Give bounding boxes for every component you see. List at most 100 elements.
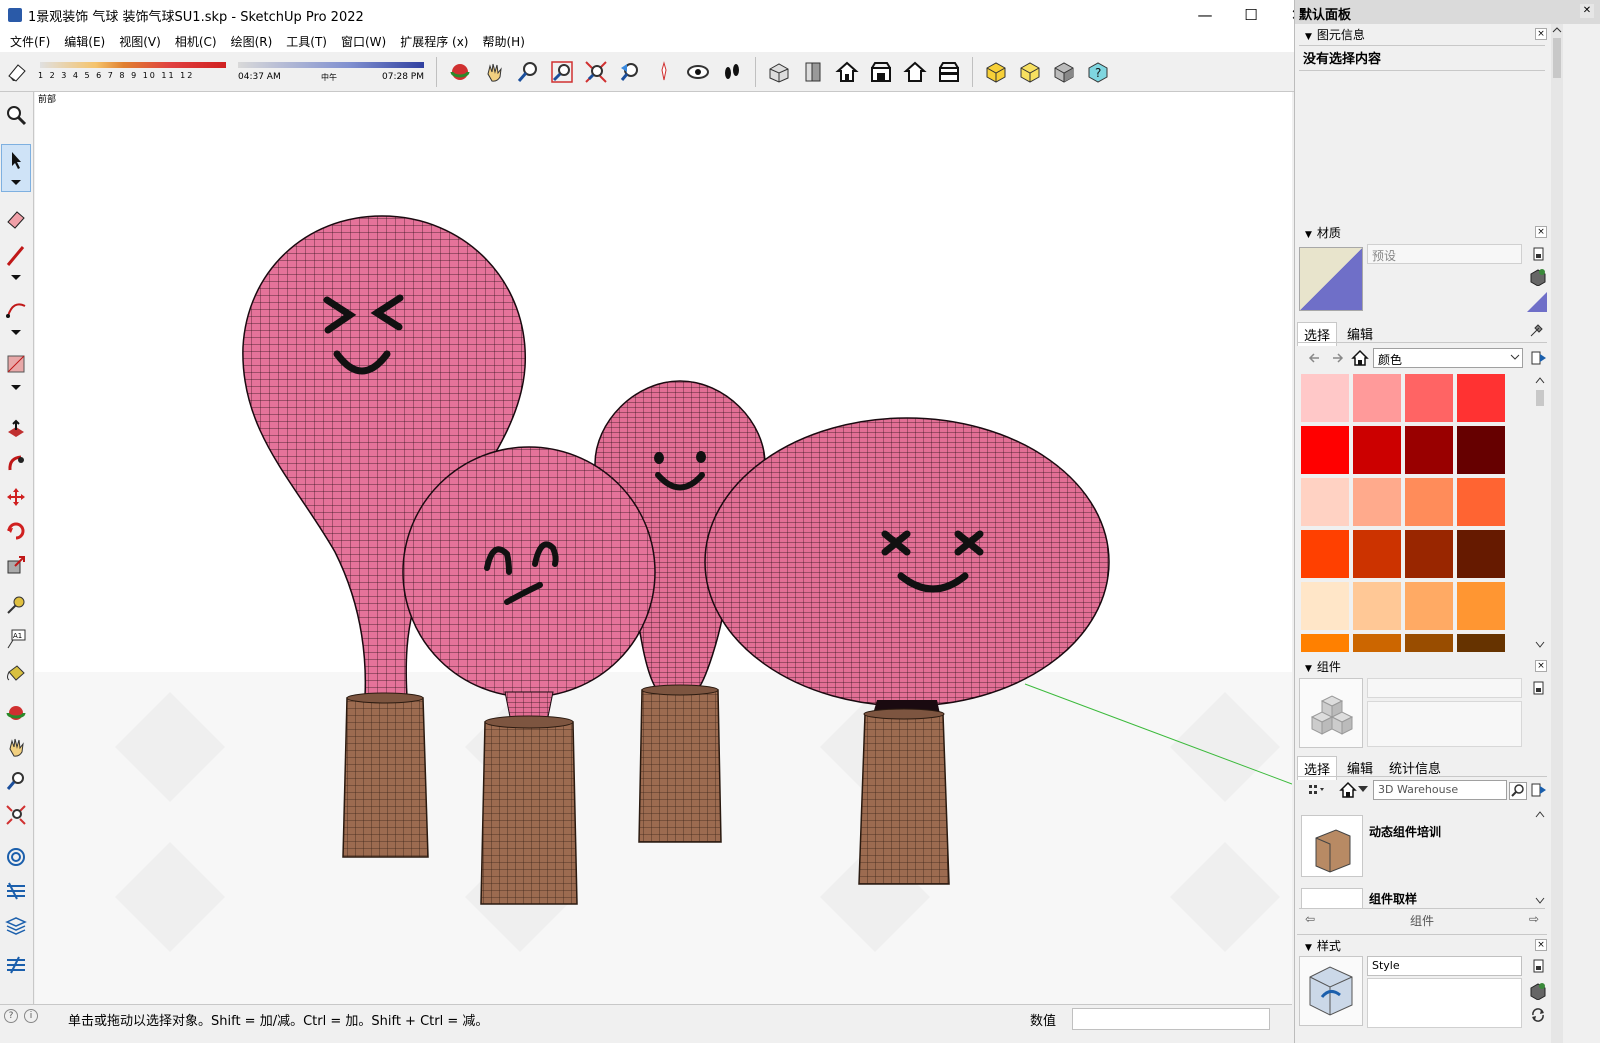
- menu-file[interactable]: 文件(F): [3, 33, 57, 50]
- material-swatch[interactable]: [1353, 634, 1401, 652]
- material-swatch[interactable]: [1301, 582, 1349, 630]
- styles-close-icon[interactable]: ×: [1535, 939, 1547, 951]
- menu-view[interactable]: 视图(V): [112, 33, 168, 50]
- info-icon[interactable]: i: [24, 1009, 38, 1023]
- shadow-date-slider[interactable]: 1 2 3 4 5 6 7 8 9 10 11 12: [38, 57, 228, 87]
- arc-tool-icon[interactable]: [1, 297, 31, 339]
- search-icon[interactable]: [1509, 782, 1527, 800]
- walk-icon[interactable]: [716, 56, 748, 88]
- components-scrollbar[interactable]: [1533, 808, 1547, 908]
- zoom-icon[interactable]: [512, 56, 544, 88]
- menu-edit[interactable]: 编辑(E): [57, 33, 112, 50]
- measurement-input[interactable]: [1072, 1008, 1270, 1030]
- line-tool-icon[interactable]: [1, 242, 31, 284]
- help-cube-icon[interactable]: ?: [1082, 56, 1114, 88]
- shadow-time-slider[interactable]: 04:37 AM 中午 07:28 PM: [236, 57, 426, 87]
- material-swatch[interactable]: [1405, 426, 1453, 474]
- material-swatch[interactable]: [1301, 478, 1349, 526]
- material-swatch[interactable]: [1353, 478, 1401, 526]
- zoom-small-tool-icon[interactable]: [1, 766, 31, 796]
- menu-tools[interactable]: 工具(T): [279, 33, 334, 50]
- right-view-icon[interactable]: [865, 56, 897, 88]
- entity-info-header[interactable]: 图元信息: [1297, 26, 1547, 44]
- xray-style-icon[interactable]: [980, 56, 1012, 88]
- tray-scrollbar[interactable]: [1551, 24, 1563, 1043]
- material-swatch[interactable]: [1353, 530, 1401, 578]
- material-swatch[interactable]: [1301, 634, 1349, 652]
- material-swatch[interactable]: [1457, 478, 1505, 526]
- pan-tool-icon[interactable]: [1, 732, 31, 762]
- orbit-tool-icon[interactable]: [1, 698, 31, 728]
- top-view-icon[interactable]: [797, 56, 829, 88]
- rotate-tool-icon[interactable]: [1, 516, 31, 546]
- sample-paint-icon[interactable]: [1529, 322, 1545, 338]
- components-close-icon[interactable]: ×: [1535, 660, 1547, 672]
- material-swatch[interactable]: [1457, 634, 1505, 652]
- menu-window[interactable]: 窗口(W): [334, 33, 393, 50]
- minimize-button[interactable]: —: [1182, 0, 1228, 30]
- material-swatch[interactable]: [1457, 530, 1505, 578]
- create-material-icon[interactable]: [1529, 268, 1546, 287]
- geo-location-icon[interactable]: ?: [4, 1009, 18, 1023]
- section-cuts-icon[interactable]: [1, 950, 31, 980]
- section-plane-tool-icon[interactable]: [1, 842, 31, 872]
- components-details-icon[interactable]: [1531, 782, 1547, 798]
- position-camera-icon[interactable]: [648, 56, 680, 88]
- menu-extensions[interactable]: 扩展程序 (x): [393, 33, 475, 50]
- tape-measure-tool-icon[interactable]: [1, 590, 31, 620]
- back-arrow-icon[interactable]: [1307, 350, 1323, 366]
- previous-view-icon[interactable]: [614, 56, 646, 88]
- nav-back-icon[interactable]: ⇦: [1305, 912, 1315, 926]
- zoom-tool-icon[interactable]: [1, 100, 31, 130]
- menu-draw[interactable]: 绘图(R): [224, 33, 280, 50]
- materials-close-icon[interactable]: ×: [1535, 226, 1547, 238]
- entity-info-close-icon[interactable]: ×: [1535, 28, 1547, 40]
- push-pull-tool-icon[interactable]: [1, 414, 31, 444]
- shaded-style-icon[interactable]: [1048, 56, 1080, 88]
- forward-arrow-icon[interactable]: [1329, 350, 1345, 366]
- pan-icon[interactable]: [478, 56, 510, 88]
- zoom-window-icon[interactable]: [546, 56, 578, 88]
- tray-close-icon[interactable]: ✕: [1580, 4, 1594, 18]
- material-swatch[interactable]: [1405, 478, 1453, 526]
- display-secondary-icon[interactable]: [1531, 246, 1547, 262]
- materials-scrollbar[interactable]: [1533, 374, 1547, 652]
- eraser-icon[interactable]: [1, 56, 33, 88]
- material-library-select[interactable]: 颜色: [1373, 348, 1523, 368]
- paint-bucket-tool-icon[interactable]: [1, 658, 31, 688]
- list-item[interactable]: 组件取样: [1301, 888, 1529, 908]
- materials-header[interactable]: 材质: [1297, 224, 1547, 242]
- styles-header[interactable]: 样式: [1297, 937, 1547, 955]
- material-swatch[interactable]: [1457, 582, 1505, 630]
- default-material-swatch-icon[interactable]: [1527, 292, 1547, 312]
- orbit-icon[interactable]: [444, 56, 476, 88]
- style-description-field[interactable]: [1367, 978, 1522, 1028]
- text-tool-icon[interactable]: A1: [1, 624, 31, 654]
- warehouse-search-input[interactable]: 3D Warehouse: [1373, 780, 1507, 800]
- rectangle-tool-icon[interactable]: [1, 352, 31, 394]
- view-options-icon[interactable]: [1307, 782, 1327, 798]
- look-around-icon[interactable]: [682, 56, 714, 88]
- navigation-dropdown-icon[interactable]: [1357, 783, 1369, 799]
- follow-me-tool-icon[interactable]: [1, 448, 31, 478]
- style-display-icon[interactable]: [1531, 958, 1547, 974]
- front-view-icon[interactable]: [831, 56, 863, 88]
- components-header[interactable]: 组件: [1297, 658, 1547, 676]
- material-swatch[interactable]: [1353, 582, 1401, 630]
- material-swatch[interactable]: [1353, 426, 1401, 474]
- component-display-icon[interactable]: [1531, 680, 1547, 696]
- hidden-line-style-icon[interactable]: [1014, 56, 1046, 88]
- scale-tool-icon[interactable]: [1, 550, 31, 580]
- eraser-tool-icon[interactable]: [1, 204, 31, 234]
- list-item[interactable]: 动态组件培训: [1301, 815, 1529, 883]
- material-swatch[interactable]: [1405, 374, 1453, 422]
- chevron-down-icon[interactable]: [1509, 351, 1525, 367]
- material-swatch[interactable]: [1301, 426, 1349, 474]
- iso-view-icon[interactable]: [763, 56, 795, 88]
- layers-icon[interactable]: [1, 910, 31, 940]
- menu-camera[interactable]: 相机(C): [168, 33, 224, 50]
- move-tool-icon[interactable]: [1, 482, 31, 512]
- component-name-field[interactable]: [1367, 678, 1522, 698]
- components-home-icon[interactable]: [1339, 781, 1357, 798]
- select-tool-icon[interactable]: [1, 144, 31, 192]
